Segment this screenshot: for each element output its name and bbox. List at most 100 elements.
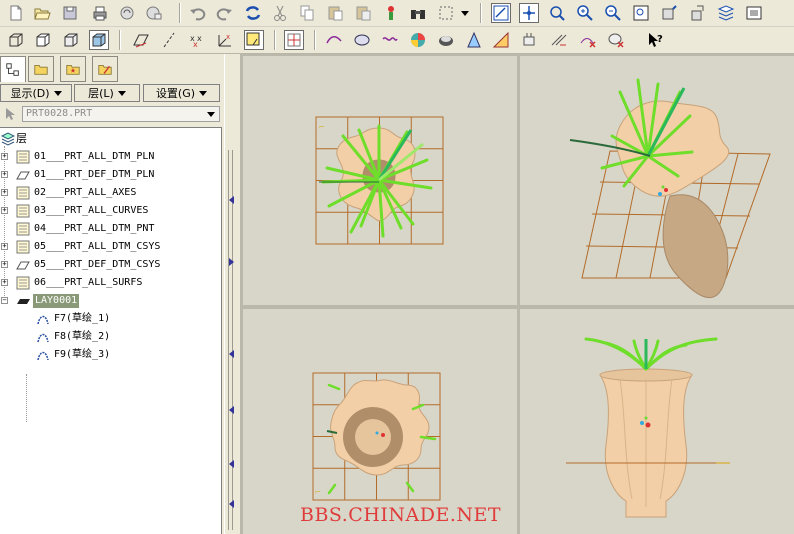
orient-icon[interactable] [659,3,679,23]
sketch-curve-icon[interactable] [324,30,344,50]
collapse-left-icon[interactable] [229,460,234,468]
layer-item[interactable]: +05___PRT_DEF_DTM_CSYS [0,256,220,274]
sketch-item[interactable]: F9(草绘_3) [0,346,220,364]
find-icon[interactable] [381,3,401,23]
print-icon[interactable] [90,3,110,23]
select-arrow-icon[interactable] [2,106,18,122]
measure-icon[interactable] [520,30,540,50]
shading-icon[interactable] [89,30,109,50]
tab-connections[interactable] [92,56,118,82]
binoculars-icon[interactable] [408,3,428,23]
named-views-icon[interactable] [687,3,707,23]
tab-favorites[interactable] [60,56,86,82]
layer-item-label: 06___PRT_ALL_SURFS [34,277,143,288]
mail-icon[interactable] [144,3,164,23]
layer-item[interactable]: 04___PRT_ALL_DTM_PNT [0,220,220,238]
paste-icon[interactable] [325,3,345,23]
datum-axis-icon[interactable] [159,30,179,50]
hidden-line-icon[interactable] [33,30,53,50]
viewport-top-view[interactable]: ⌐ [243,56,517,305]
wireframe-icon[interactable] [6,30,26,50]
viewport-bottom-view[interactable]: ⌐ [243,309,517,534]
graphics-window[interactable]: ⌐ ⌐ [240,54,794,534]
toolbar-bottom: xxx x ? [0,27,794,54]
open-icon[interactable] [32,3,52,23]
analysis-icon[interactable] [491,30,511,50]
render-icon[interactable] [464,30,484,50]
redo-icon[interactable] [214,3,234,23]
expand-icon[interactable]: + [1,153,8,160]
datum-plane-icon[interactable] [131,30,151,50]
tab-model-tree[interactable] [0,56,26,82]
expand-icon[interactable]: + [1,261,8,268]
expand-right-icon[interactable] [229,258,234,266]
layer-item[interactable]: +06___PRT_ALL_SURFS [0,274,220,292]
sketch-item[interactable]: F8(草绘_2) [0,328,220,346]
tab-folder-browser[interactable] [28,56,54,82]
collapse-left-icon[interactable] [229,196,234,204]
sketch-tool-icon[interactable] [244,30,264,50]
boundary-blend-icon[interactable] [352,30,372,50]
collapse-left-icon[interactable] [229,406,234,414]
zoom-out-icon[interactable] [603,3,623,23]
save-icon[interactable] [60,3,80,23]
expand-icon[interactable]: + [1,189,8,196]
expand-icon[interactable]: + [1,207,8,214]
style-curve-icon[interactable] [380,30,400,50]
datum-point-icon[interactable]: xxx [187,30,207,50]
zoom-in-icon[interactable] [575,3,595,23]
undo-icon[interactable] [188,3,208,23]
point-display-icon[interactable] [547,3,567,23]
collapse-icon[interactable]: − [1,297,8,304]
layer-tree-root[interactable]: 层 [0,130,220,148]
panel-splitter[interactable] [224,54,241,534]
expand-icon[interactable]: + [1,243,8,250]
curvature-icon[interactable] [578,30,598,50]
navigator-panel: 显示(D) 层(L) 设置(G) PRT0028.PRT 层 +01___PRT… [0,54,224,534]
layer-item[interactable]: +02___PRT_ALL_AXES [0,184,220,202]
select-box-icon[interactable] [436,3,456,23]
layer-item-label: LAY0001 [33,294,80,308]
layer-icon [16,150,30,164]
paste-special-icon[interactable] [353,3,373,23]
expand-icon[interactable]: + [1,279,8,286]
svg-text:x: x [197,34,202,43]
spin-center-icon[interactable] [284,30,304,50]
collapse-left-icon[interactable] [229,500,234,508]
active-model-field[interactable]: PRT0028.PRT [22,106,220,122]
datum-csys-icon[interactable]: x [215,30,235,50]
layers-icon[interactable] [716,3,736,23]
appearance-icon[interactable] [408,30,428,50]
context-help-icon[interactable]: ? [645,30,665,50]
collapse-left-icon[interactable] [229,350,234,358]
layer-item[interactable]: +01___PRT_DEF_DTM_PLN [0,166,220,184]
section-icon[interactable] [606,30,626,50]
layer-item[interactable]: +05___PRT_ALL_DTM_CSYS [0,238,220,256]
expand-icon[interactable]: + [1,171,8,178]
scene-icon[interactable] [436,30,456,50]
cut-icon[interactable] [270,3,290,23]
watermark-text: BBS.CHINADE.NET [300,504,502,526]
layer-item[interactable]: +03___PRT_ALL_CURVES [0,202,220,220]
sketch-icon [36,330,50,344]
layer-menu-button[interactable]: 层(L) [74,84,140,102]
viewport-front-view[interactable] [520,309,794,534]
viewport-isometric-view[interactable] [520,56,794,305]
copy-icon[interactable] [297,3,317,23]
select-dropdown-icon[interactable] [459,3,471,23]
sketch-item[interactable]: F7(草绘_1) [0,310,220,328]
layer-item[interactable]: +01___PRT_ALL_DTM_PLN [0,148,220,166]
measure-angle-icon[interactable] [549,30,569,50]
refit-icon[interactable] [631,3,651,23]
display-menu-button[interactable]: 显示(D) [0,84,72,102]
regenerate-icon[interactable] [243,3,263,23]
layer-item-selected[interactable]: − LAY0001 [0,292,220,310]
email-icon[interactable] [117,3,137,23]
display-style-icon[interactable] [744,3,764,23]
axis-display-icon[interactable] [519,3,539,23]
svg-text:?: ? [657,34,663,45]
new-icon[interactable] [6,3,26,23]
plane-display-icon[interactable] [491,3,511,23]
settings-menu-button[interactable]: 设置(G) [143,84,220,102]
no-hidden-icon[interactable] [61,30,81,50]
